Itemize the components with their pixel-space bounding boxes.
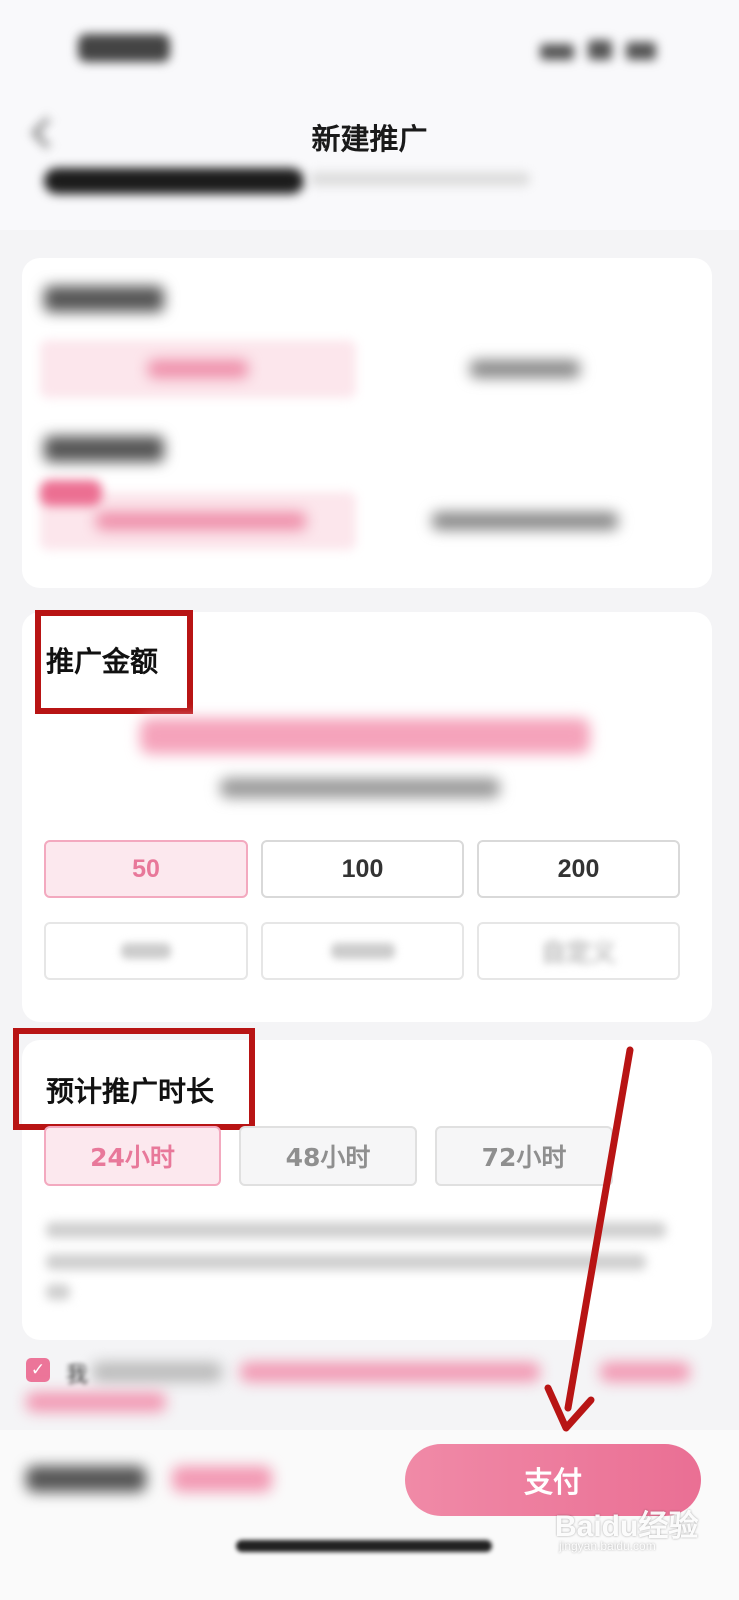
total-label-blurred — [26, 1466, 146, 1492]
agreement-link-blurred[interactable] — [240, 1362, 540, 1382]
home-indicator — [236, 1540, 492, 1552]
agreement-link-blurred[interactable] — [600, 1362, 690, 1382]
estimated-range-blurred — [140, 718, 590, 754]
agreement-link-blurred[interactable] — [26, 1392, 166, 1412]
target-option-label[interactable] — [470, 360, 580, 378]
duration-description-blurred — [46, 1254, 646, 1270]
duration-description-blurred — [46, 1222, 666, 1238]
target-option-selected-label — [148, 360, 248, 378]
duration-option-label: 72小时 — [481, 1143, 567, 1172]
wifi-icon — [588, 40, 612, 60]
status-bar — [0, 0, 739, 100]
total-value-blurred — [172, 1466, 272, 1492]
type-section-title — [44, 436, 164, 462]
duration-option-24h[interactable]: 24小时 — [44, 1126, 221, 1186]
duration-option-72h[interactable]: 72小时 — [435, 1126, 613, 1186]
check-icon: ✓ — [30, 1360, 46, 1380]
amount-option-label-blurred — [330, 943, 395, 959]
duration-highlight-box — [13, 1028, 255, 1130]
duration-option-48h[interactable]: 48小时 — [239, 1126, 417, 1186]
battery-icon — [626, 42, 656, 60]
amount-option-label: 100 — [341, 854, 384, 883]
amount-option-label: 200 — [557, 854, 600, 883]
type-option-selected-label — [96, 512, 306, 530]
baidu-watermark: Baidu经验 jingyan.baidu.com — [555, 1495, 715, 1565]
amount-option-50[interactable]: 50 — [44, 840, 248, 898]
agreement-text: 我 — [66, 1363, 89, 1388]
notice-subtext-blurred — [310, 172, 530, 186]
type-option-label[interactable] — [432, 512, 618, 530]
agreement-checkbox[interactable]: ✓ — [26, 1358, 50, 1382]
page-title: 新建推广 — [311, 122, 428, 156]
amount-option-blurred[interactable] — [261, 922, 464, 980]
amount-option-label: 50 — [132, 854, 160, 883]
amount-option-100[interactable]: 100 — [261, 840, 464, 898]
target-section-title — [44, 286, 164, 312]
duration-option-label: 48小时 — [285, 1143, 371, 1172]
hot-badge — [40, 480, 102, 506]
estimated-range-subtext-blurred — [220, 778, 500, 798]
duration-option-label: 24小时 — [90, 1143, 175, 1172]
status-icons — [540, 36, 670, 60]
amount-option-label-blurred — [121, 943, 171, 959]
amount-option-200[interactable]: 200 — [477, 840, 680, 898]
status-time — [78, 34, 170, 62]
amount-highlight-box — [35, 610, 193, 714]
amount-option-custom[interactable]: 自定义 — [477, 922, 680, 980]
amount-option-blurred[interactable] — [44, 922, 248, 980]
agreement-text-blurred — [92, 1362, 222, 1382]
duration-description-blurred — [46, 1284, 70, 1300]
notice-text-blurred — [44, 168, 304, 194]
watermark-url: jingyan.baidu.com — [559, 1539, 656, 1553]
signal-icon — [540, 44, 574, 60]
amount-option-custom-label: 自定义 — [540, 939, 616, 967]
